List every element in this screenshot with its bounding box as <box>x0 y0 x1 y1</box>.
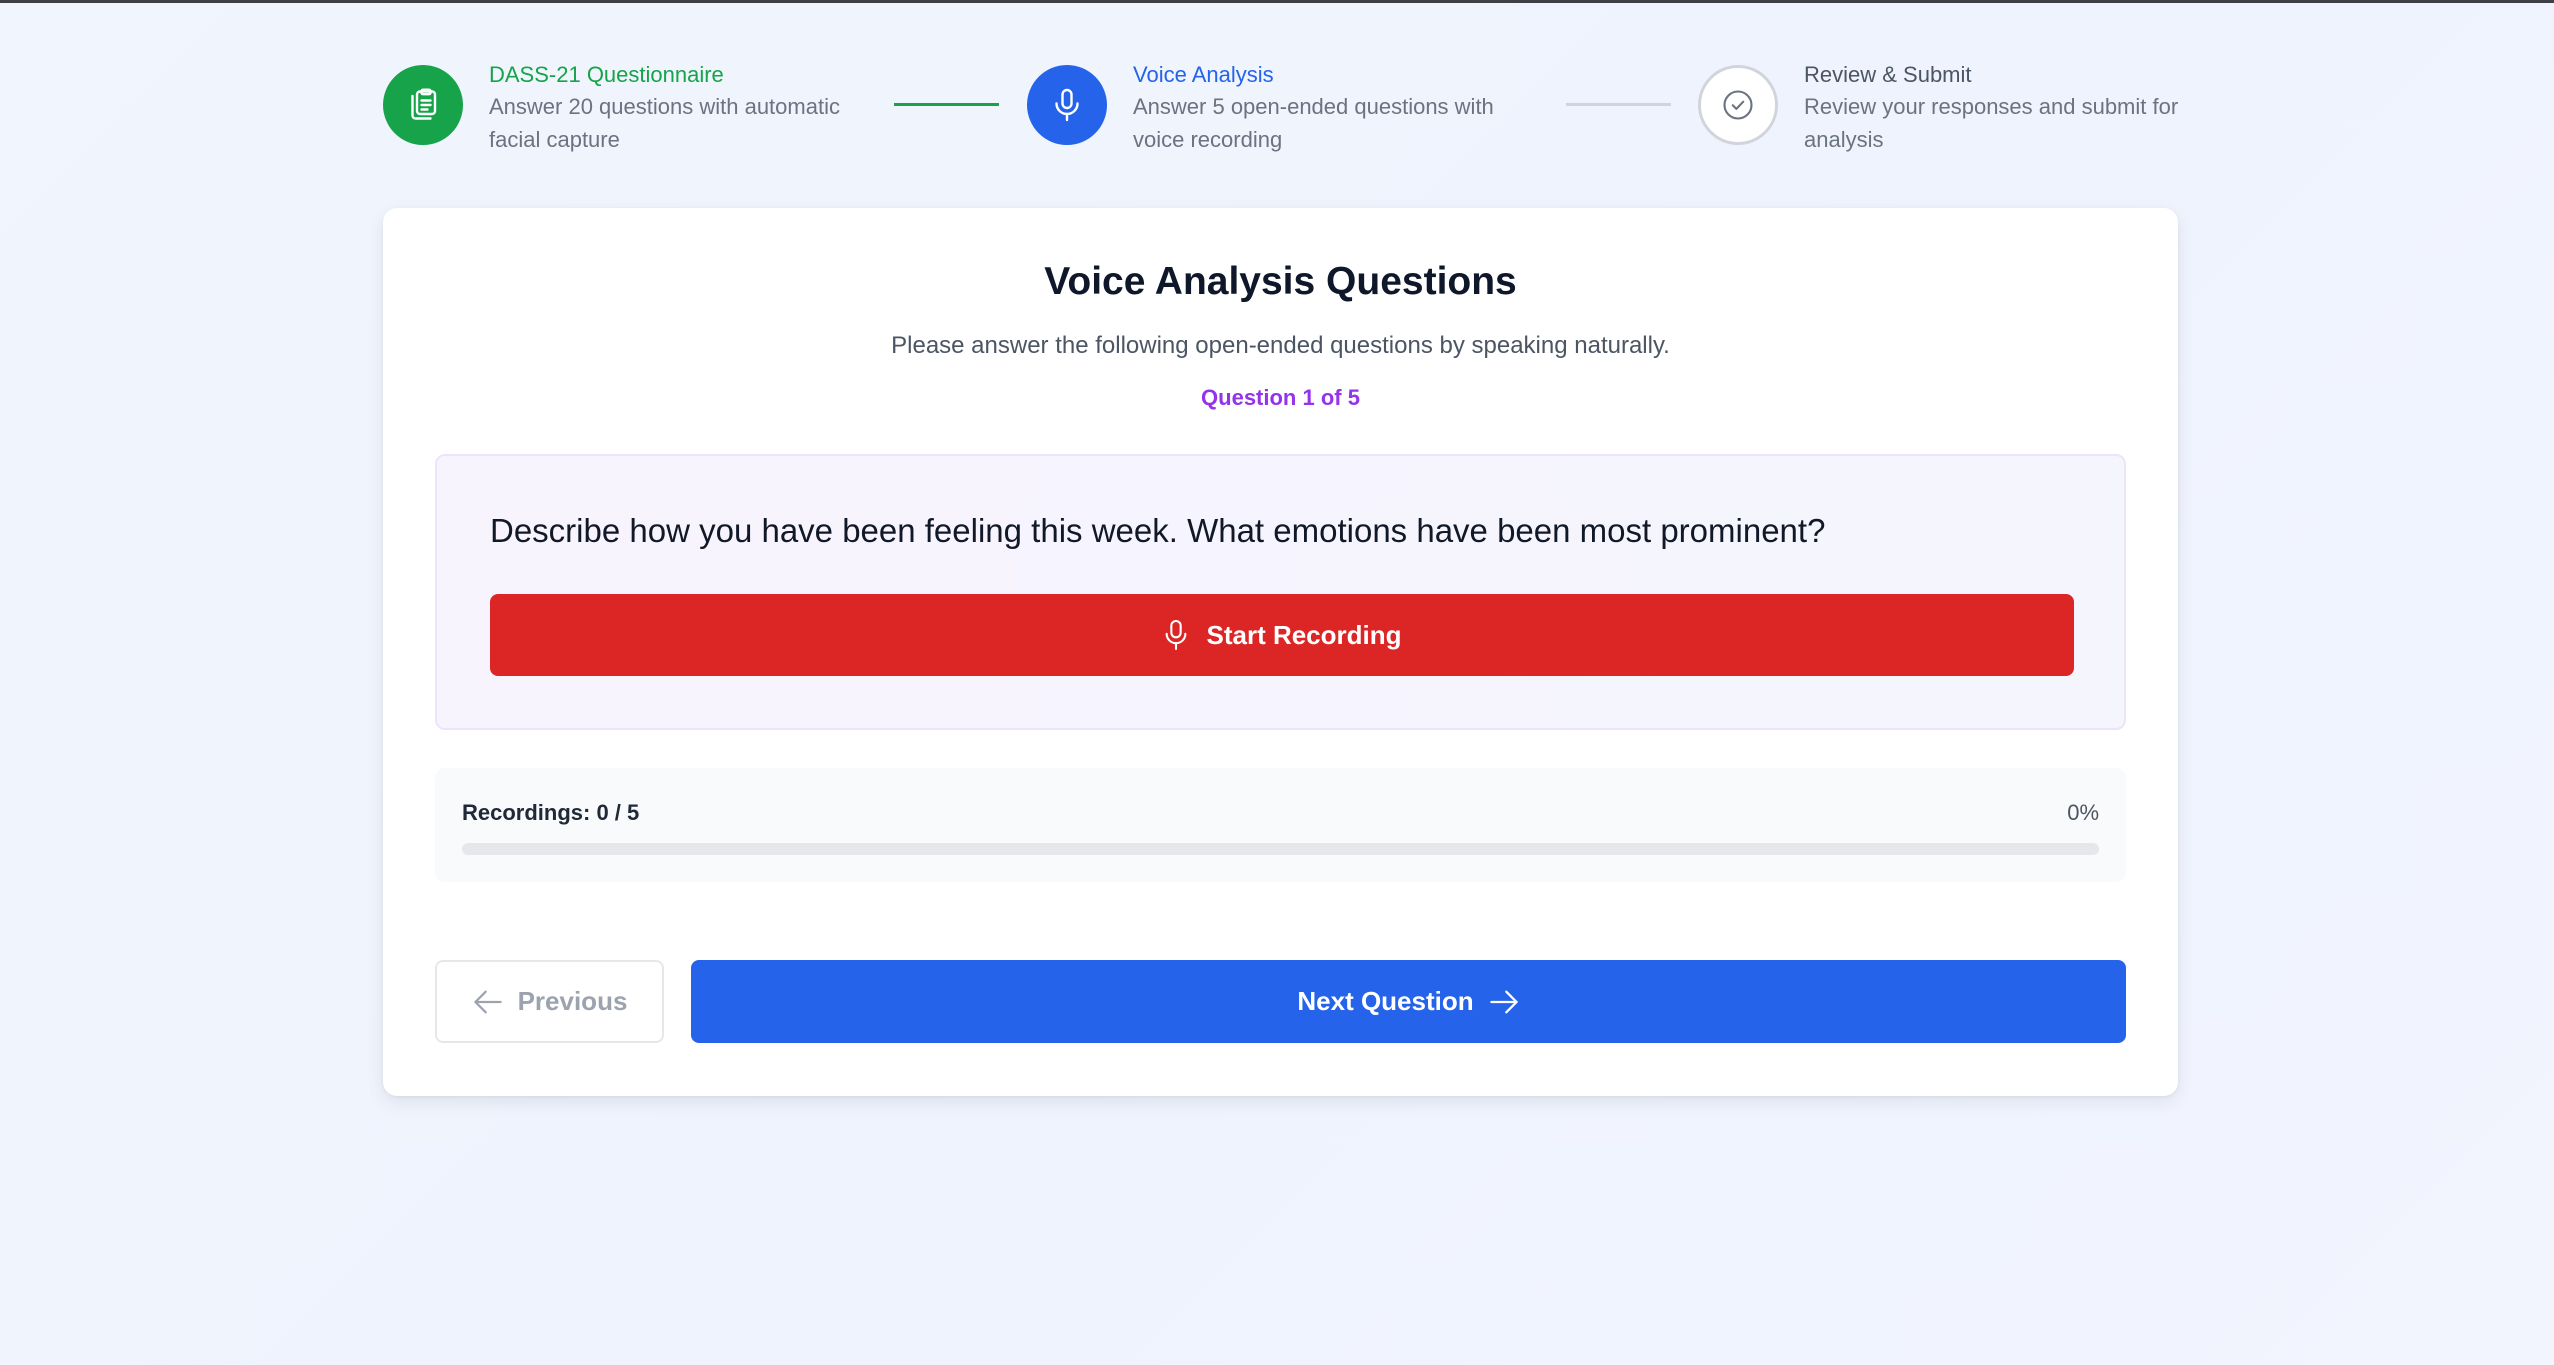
step-questionnaire: DASS-21 Questionnaire Answer 20 question… <box>383 60 889 156</box>
previous-button[interactable]: Previous <box>435 960 664 1043</box>
recordings-percent: 0% <box>2067 800 2099 825</box>
step-review-submit-title: Review & Submit <box>1804 62 1972 87</box>
step-questionnaire-badge <box>383 65 463 145</box>
step-connector-pending <box>1566 103 1671 106</box>
progress-stepper: DASS-21 Questionnaire Answer 20 question… <box>383 60 2178 170</box>
question-text: Describe how you have been feeling this … <box>490 512 1826 549</box>
step-review-submit-badge <box>1698 65 1778 145</box>
arrow-right-icon <box>1489 990 1518 1013</box>
microphone-icon <box>1166 619 1187 651</box>
step-review-submit: Review & Submit Review your responses an… <box>1698 60 2204 156</box>
step-voice-analysis: Voice Analysis Answer 5 open-ended quest… <box>1027 60 1533 156</box>
next-question-button[interactable]: Next Question <box>691 960 2126 1043</box>
start-recording-label: Start Recording <box>1206 619 1402 650</box>
next-question-label: Next Question <box>1297 986 1474 1016</box>
recordings-progress-bar <box>462 843 2099 855</box>
step-voice-analysis-description: Answer 5 open-ended questions with voice… <box>1133 94 1494 152</box>
question-counter: Question 1 of 5 <box>1201 385 1360 410</box>
page-subtitle: Please answer the following open-ended q… <box>891 332 1670 359</box>
clipboard-icon <box>411 88 437 120</box>
step-questionnaire-description: Answer 20 questions with automatic facia… <box>489 94 840 152</box>
voice-analysis-card: Voice Analysis Questions Please answer t… <box>383 208 2178 1096</box>
step-voice-analysis-title: Voice Analysis <box>1133 62 1274 87</box>
page-title: Voice Analysis Questions <box>1044 260 1517 303</box>
microphone-icon <box>1055 88 1079 122</box>
start-recording-button[interactable]: Start Recording <box>490 594 2074 676</box>
previous-label: Previous <box>517 986 628 1016</box>
step-questionnaire-title: DASS-21 Questionnaire <box>489 62 724 87</box>
check-circle-icon <box>1723 90 1753 120</box>
arrow-left-icon <box>473 990 502 1013</box>
step-connector-completed <box>894 103 999 106</box>
step-review-submit-description: Review your responses and submit for ana… <box>1804 94 2179 152</box>
top-border <box>0 0 2554 3</box>
step-voice-analysis-badge <box>1027 65 1107 145</box>
recordings-count: Recordings: 0 / 5 <box>462 800 640 825</box>
recordings-progress-panel: Recordings: 0 / 5 0% <box>435 768 2126 882</box>
question-panel: Describe how you have been feeling this … <box>435 454 2126 730</box>
